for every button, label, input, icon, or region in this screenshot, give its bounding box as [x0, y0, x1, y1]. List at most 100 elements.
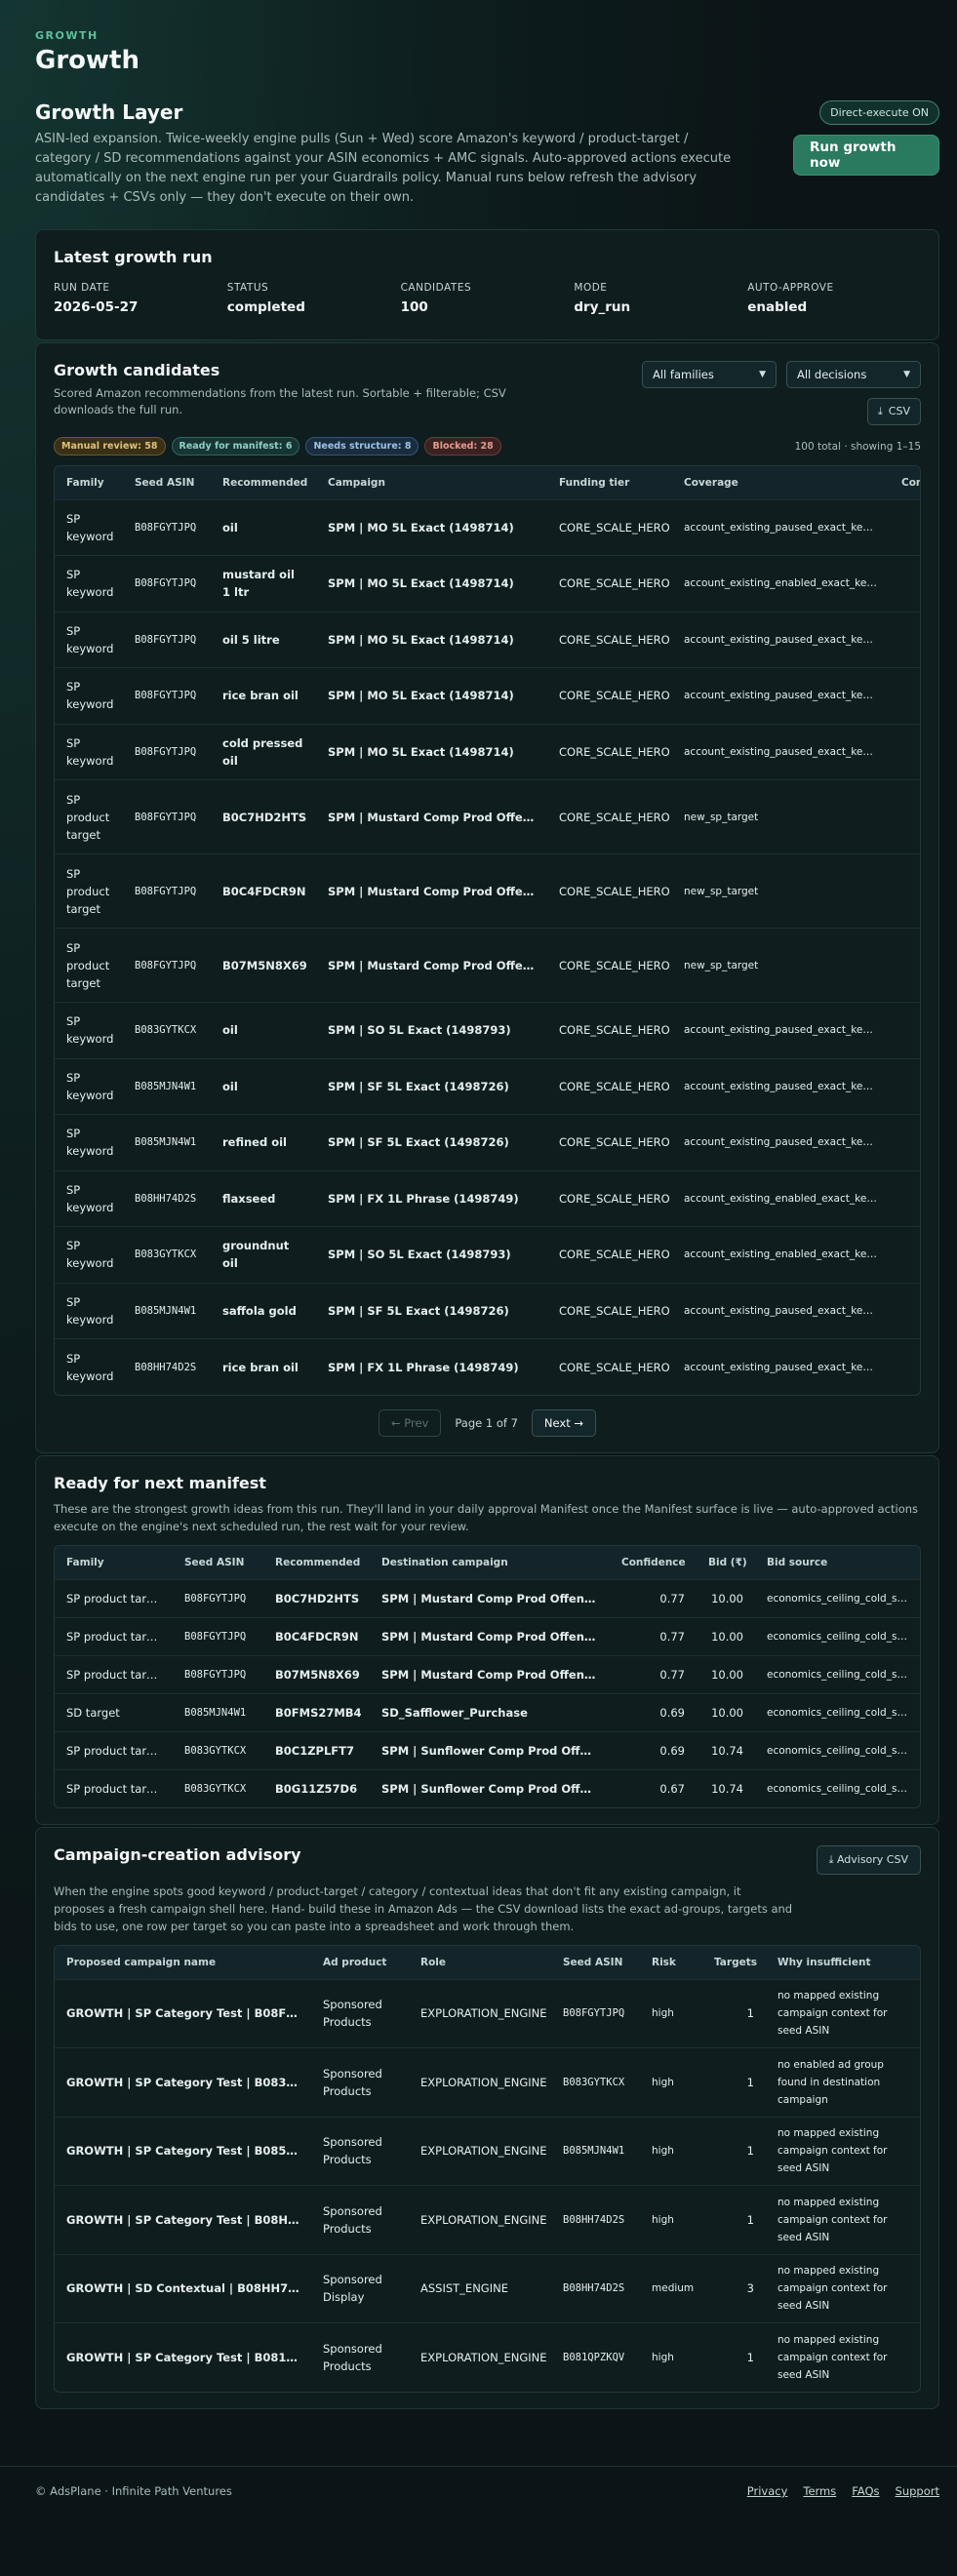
table-cell: oil	[211, 1002, 316, 1058]
table-row[interactable]: GROWTH | SP Category Test | B08FGYTJPQ Sp…	[55, 1978, 920, 2048]
table-cell: economics_ceiling_cold_start	[755, 1768, 920, 1807]
table-row[interactable]: GROWTH | SP Category Test | B08HH74D2S Sp…	[55, 2185, 920, 2254]
table-cell: account_existing_enabled_exact_keyword	[672, 555, 890, 612]
table-cell: economics_ceiling_cold_start	[755, 1578, 920, 1617]
table-cell: SP keyword	[55, 1057, 123, 1115]
table-cell: high	[640, 2047, 702, 2117]
footer-link-faqs[interactable]: FAQs	[852, 2484, 879, 2498]
table-cell: CORE_SCALE_HERO	[547, 1169, 672, 1227]
next-page-button[interactable]: Next →	[531, 1409, 596, 1437]
table-row[interactable]: SP product target B083GYTKCX B0G11Z57D6 SPM…	[55, 1768, 920, 1807]
table-row[interactable]: GROWTH | SP Category Test | B085MJN4W1Sp…	[55, 2116, 920, 2186]
table-row[interactable]: SP keyword B08FGYTJPQ mustard oil 1 ltr SPM…	[55, 555, 920, 612]
manifest-title: Ready for next manifest	[54, 1474, 266, 1492]
family-filter-select[interactable]: All families ▼	[642, 361, 777, 388]
table-cell: B0C1ZPLFT7	[263, 1730, 370, 1769]
table-cell: B085MJN4W1	[123, 1057, 211, 1115]
table-row[interactable]: SP keyword B085MJN4W1 saffola gold SPM | SF…	[55, 1282, 920, 1339]
direct-execute-pill[interactable]: Direct-execute ON	[819, 100, 939, 125]
candidates-total: 100 total · showing 1–15	[794, 440, 921, 453]
table-cell: SP product target	[55, 1616, 173, 1655]
table-cell	[890, 1057, 920, 1115]
table-cell: B085MJN4W1	[173, 1692, 263, 1731]
table-cell: SP keyword	[55, 723, 123, 780]
table-cell	[890, 498, 920, 556]
manifest-card: Ready for next manifest These are the st…	[35, 1455, 939, 1825]
footer-copyright: © AdsPlane · Infinite Path Ventures	[35, 2484, 232, 2498]
table-cell: B08FGYTJPQ	[173, 1654, 263, 1693]
manifest-table: Family Seed ASIN Recommended Destination ca…	[54, 1545, 921, 1808]
table-cell: new_sp_target	[672, 779, 890, 854]
table-row[interactable]: SP product target B08FGYTJPQ B07M5N8X69 SPM…	[55, 1654, 920, 1693]
advisory-card: Campaign-creation advisory ⤓ Advisory CS…	[35, 1827, 939, 2409]
table-cell: refined oil	[211, 1114, 316, 1170]
table-cell: B083GYTKCX	[551, 2047, 640, 2117]
table-cell	[890, 1338, 920, 1395]
table-row[interactable]: SP keyword B083GYTKCX oil SPM | SO 5L Exact…	[55, 1002, 920, 1058]
table-cell: GROWTH | SP Category Test | B08HH74D2S	[55, 2185, 311, 2254]
table-row[interactable]: SP product target B08FGYTJPQ B0C4FDCR9N SPM…	[55, 853, 920, 929]
table-cell: 10.00	[697, 1578, 755, 1617]
stat-status: STATUS completed	[226, 282, 305, 315]
table-cell: SP keyword	[55, 1169, 123, 1227]
table-cell: 1	[702, 2322, 766, 2392]
advisory-csv-button[interactable]: ⤓ Advisory CSV	[816, 1845, 921, 1875]
column-header: Recommended	[263, 1546, 370, 1579]
table-row[interactable]: SP keyword B085MJN4W1 refined oil SPM | SF …	[55, 1114, 920, 1170]
table-cell: saffola gold	[211, 1282, 316, 1339]
table-row[interactable]: SP keyword B08HH74D2S flaxseed SPM | FX 1L …	[55, 1169, 920, 1227]
column-header: Com	[890, 466, 920, 499]
candidates-title: Growth candidates	[54, 361, 220, 379]
run-growth-button[interactable]: Run growth now	[793, 135, 939, 176]
table-cell: B085MJN4W1	[551, 2116, 640, 2186]
table-row[interactable]: SP keyword B08FGYTJPQ rice bran oil SPM | M…	[55, 667, 920, 724]
table-row[interactable]: SP keyword B08FGYTJPQ oil 5 litre SPM | MO …	[55, 611, 920, 668]
table-cell: 1	[702, 2185, 766, 2254]
table-row[interactable]: SD target B085MJN4W1 B0FMS27MB4 SD_Safflowe…	[55, 1692, 920, 1731]
table-row[interactable]: GROWTH | SP Category Test | B081QPZKQVSp…	[55, 2322, 920, 2392]
table-cell: B08FGYTJPQ	[123, 853, 211, 929]
footer-link-terms[interactable]: Terms	[803, 2484, 836, 2498]
footer-link-support[interactable]: Support	[896, 2484, 939, 2498]
table-cell: GROWTH | SP Category Test | B083GYTKCX	[55, 2047, 311, 2117]
table-cell: GROWTH | SP Category Test | B085MJN4W1	[55, 2116, 311, 2186]
table-cell: GROWTH | SD Contextual | B08HH74D2S	[55, 2253, 311, 2323]
table-cell: SD_Safflower_Purchase	[370, 1692, 610, 1731]
chevron-down-icon: ▼	[759, 370, 766, 379]
table-row[interactable]: SP product target B08FGYTJPQ B0C7HD2HTS SPM…	[55, 1578, 920, 1617]
badge-blocked[interactable]: Blocked: 28	[424, 437, 501, 456]
column-header: Targets	[702, 1946, 766, 1979]
table-row[interactable]: SP keyword B083GYTKCX groundnut oil SPM | S…	[55, 1226, 920, 1283]
badge-ready-for-manifest[interactable]: Ready for manifest: 6	[171, 437, 300, 456]
table-row[interactable]: SP keyword B08FGYTJPQ oil SPM | MO 5L Exact…	[55, 498, 920, 556]
chevron-down-icon: ▼	[903, 370, 910, 379]
table-cell: SP product target	[55, 779, 123, 854]
table-cell: 10.74	[697, 1768, 755, 1807]
table-cell: EXPLORATION_ENGINE	[409, 2322, 551, 2392]
table-cell: mustard oil 1 ltr	[211, 555, 316, 612]
table-row[interactable]: SP product target B083GYTKCX B0C1ZPLFT7 SPM…	[55, 1730, 920, 1769]
column-header: Seed ASIN	[173, 1546, 263, 1579]
table-row[interactable]: SP product target B08FGYTJPQ B0C7HD2HTS SPM…	[55, 779, 920, 854]
column-header: Ad product	[311, 1946, 409, 1979]
decision-filter-select[interactable]: All decisions ▼	[786, 361, 921, 388]
table-row[interactable]: SP product target B08FGYTJPQ B07M5N8X69 SPM…	[55, 928, 920, 1003]
table-row[interactable]: SP keyword B08FGYTJPQ cold pressed oil SPM …	[55, 723, 920, 780]
table-cell	[890, 928, 920, 1003]
manifest-description: These are the strongest growth ideas fro…	[54, 1502, 919, 1533]
csv-download-button[interactable]: ⤓ CSV	[866, 398, 921, 425]
table-row[interactable]: GROWTH | SD Contextual | B08HH74D2S Spons…	[55, 2253, 920, 2323]
footer-link-privacy[interactable]: Privacy	[747, 2484, 788, 2498]
table-row[interactable]: GROWTH | SP Category Test | B083GYTKCX Sp…	[55, 2047, 920, 2117]
table-row[interactable]: SP product target B08FGYTJPQ B0C4FDCR9N SPM…	[55, 1616, 920, 1655]
table-row[interactable]: SP keyword B08HH74D2S rice bran oil SPM | F…	[55, 1338, 920, 1395]
table-cell: GROWTH | SP Category Test | B081QPZKQV	[55, 2322, 311, 2392]
column-header: Bid source	[755, 1546, 920, 1579]
table-cell: no mapped existing campaign context for …	[766, 2116, 920, 2186]
badge-needs-structure[interactable]: Needs structure: 8	[305, 437, 419, 456]
table-cell: Sponsored Products	[311, 2185, 409, 2254]
badge-manual-review[interactable]: Manual review: 58	[54, 437, 166, 456]
table-cell: B08FGYTJPQ	[123, 611, 211, 668]
table-row[interactable]: SP keyword B085MJN4W1 oil SPM | SF 5L Exact…	[55, 1057, 920, 1115]
prev-page-button[interactable]: ← Prev	[378, 1409, 442, 1437]
